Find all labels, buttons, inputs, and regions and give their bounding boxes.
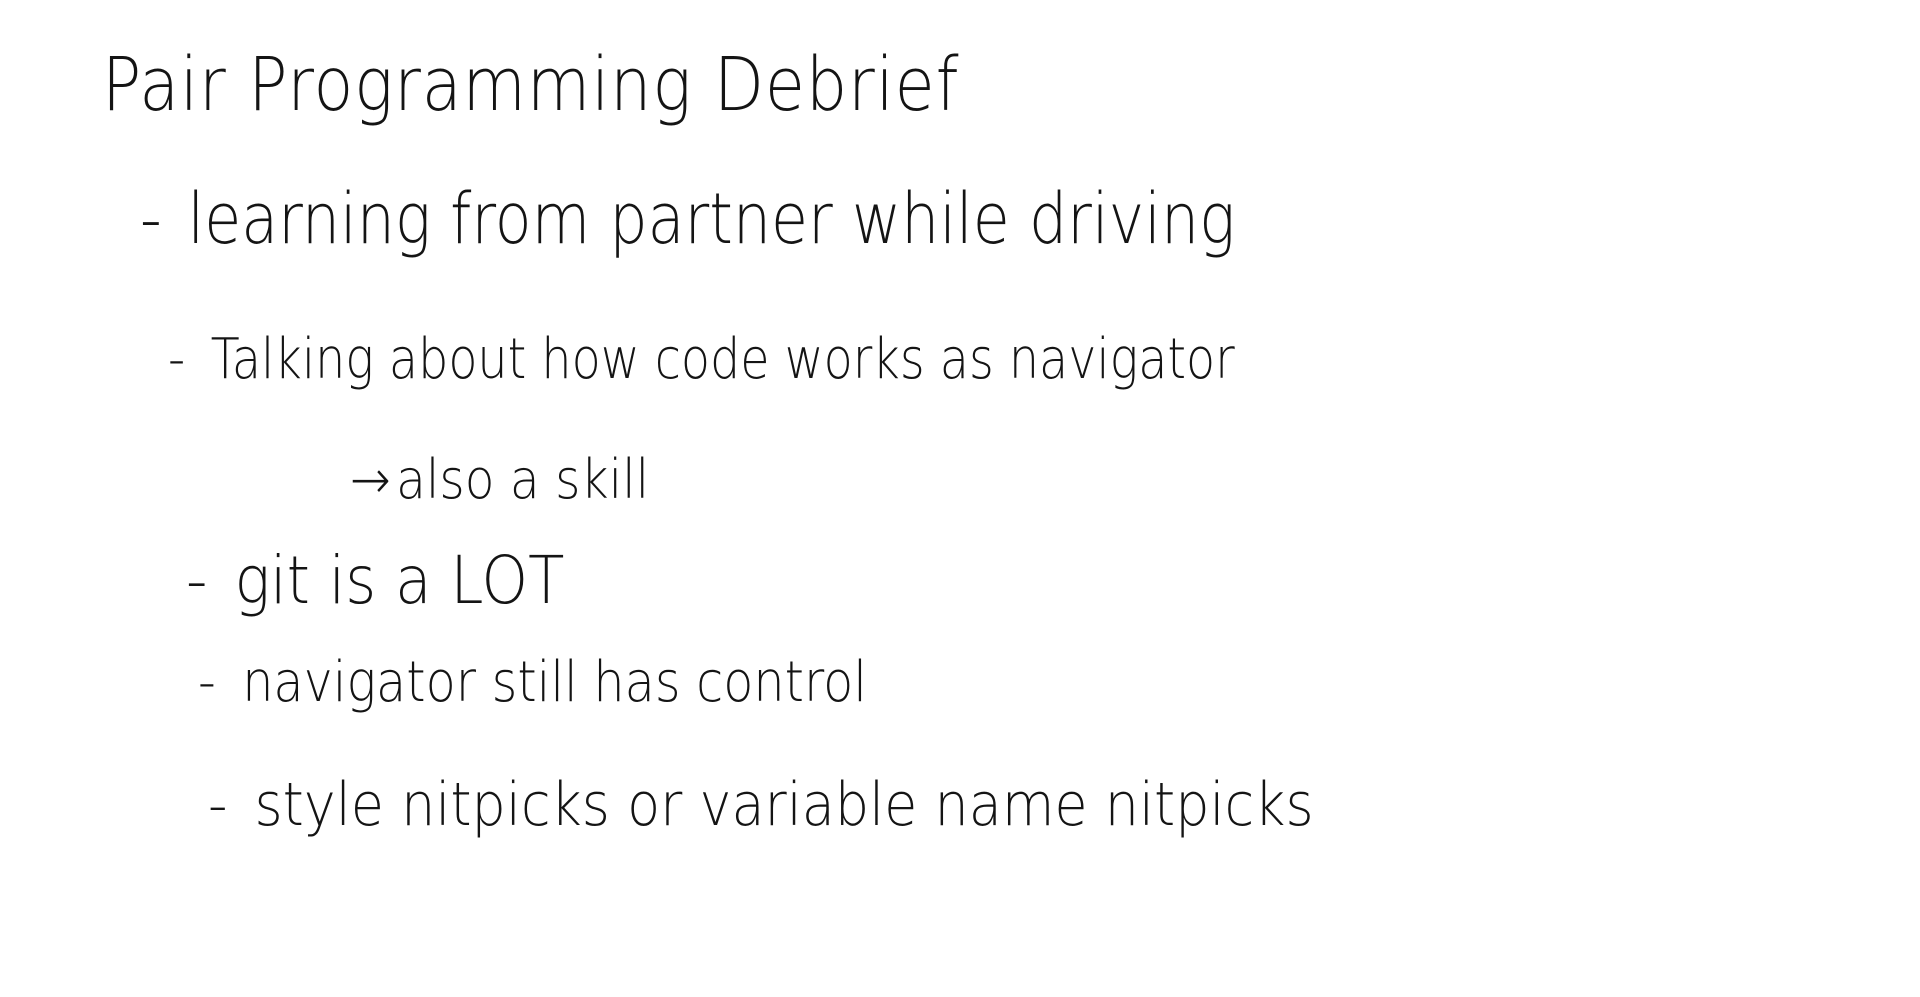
bullet-item: - Talking about how code works as navigat… [168,327,1235,392]
bullet-dash: - [186,542,208,619]
bullet-dash: - [208,770,228,840]
whiteboard-canvas: Pair Programming Debrief - learning from … [0,0,1920,997]
bullet-dash: - [198,650,216,715]
bullet-text: Talking about how code works as navigato… [210,327,1235,392]
bullet-item: - learning from partner while driving [140,178,1235,260]
bullet-text: learning from partner while driving [187,178,1236,260]
bullet-text: navigator still has control [242,650,867,715]
sub-bullet-item: →also a skill [350,448,649,511]
note-title: Pair Programming Debrief [102,42,960,128]
bullet-text: git is a LOT [234,542,565,619]
bullet-item: - navigator still has control [198,650,867,715]
sub-bullet-text: also a skill [396,448,650,511]
bullet-dash: - [168,327,186,392]
bullet-text: style nitpicks or variable name nitpicks [254,770,1314,840]
bullet-item: - git is a LOT [186,542,564,619]
arrow-icon: → [350,448,391,511]
bullet-item: - style nitpicks or variable name nitpick… [208,770,1314,840]
bullet-dash: - [140,178,162,260]
